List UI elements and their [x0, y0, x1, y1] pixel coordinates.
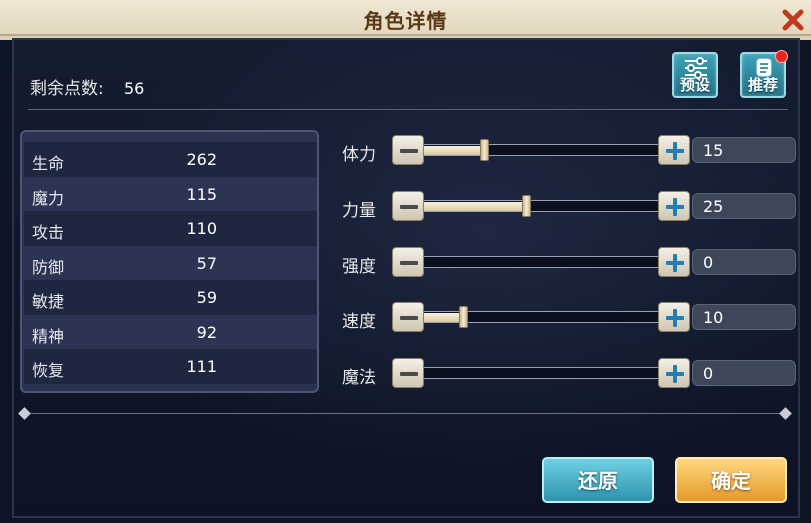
allocation-field[interactable]: 10: [692, 304, 796, 330]
recommend-button-label: 推荐: [747, 76, 778, 94]
slider-track[interactable]: [424, 195, 658, 217]
plus-button[interactable]: [658, 135, 690, 165]
slider-label: 力量: [342, 201, 376, 221]
plus-button[interactable]: [658, 191, 690, 221]
slider-label: 体力: [342, 145, 376, 165]
remaining-points-label: 剩余点数:: [30, 79, 104, 99]
slider-track[interactable]: [424, 256, 658, 268]
minus-button[interactable]: [392, 302, 424, 332]
plus-button[interactable]: [658, 358, 690, 388]
slider-fill: [424, 202, 527, 211]
stat-row-attack: 攻击 110: [24, 211, 317, 246]
close-button[interactable]: [781, 8, 805, 32]
slider-track[interactable]: [424, 139, 658, 161]
stat-value: 110: [186, 219, 217, 238]
minus-button[interactable]: [392, 247, 424, 277]
stat-value: 92: [196, 322, 217, 342]
minus-button[interactable]: [392, 191, 424, 221]
stat-row-recovery: 恢复 111: [24, 349, 317, 384]
stat-name: 敏捷: [32, 292, 65, 311]
stat-name: 魔力: [32, 188, 65, 208]
recommend-button[interactable]: 推荐: [740, 50, 788, 98]
stats-panel: 生命 262 魔力 115 攻击 110 防御 57 敏捷 59 精神 92 恢…: [20, 130, 319, 393]
stat-value: 262: [186, 150, 217, 169]
slider-label: 强度: [342, 257, 376, 277]
allocation-value: 0: [703, 253, 714, 272]
preset-button-label: 预设: [679, 76, 710, 94]
restore-button[interactable]: 还原: [542, 457, 654, 503]
slider-label: 魔法: [342, 368, 376, 388]
stat-name: 防御: [32, 257, 65, 277]
stat-row-agility: 敏捷 59: [24, 280, 317, 315]
stat-value: 57: [196, 253, 217, 273]
stat-value: 59: [196, 288, 217, 307]
notification-dot: [775, 50, 788, 63]
slider-track[interactable]: [424, 306, 658, 328]
stat-value: 115: [186, 184, 217, 204]
slider-row-intensity: 强度 0: [340, 246, 800, 280]
allocation-value: 25: [703, 197, 724, 216]
close-x-icon: [782, 9, 804, 31]
slider-row-strength: 力量 25: [340, 190, 800, 224]
slider-thumb[interactable]: [522, 195, 531, 217]
allocation-value: 0: [703, 364, 714, 383]
stat-name: 生命: [32, 154, 65, 173]
stat-name: 精神: [32, 326, 65, 346]
stat-name: 恢复: [32, 361, 65, 380]
stat-name: 攻击: [32, 223, 65, 242]
slider-row-magic: 魔法 0: [340, 357, 800, 391]
allocation-value: 10: [703, 308, 724, 327]
allocation-field[interactable]: 0: [692, 360, 796, 386]
window-title: 角色详情: [363, 9, 448, 33]
allocation-field[interactable]: 25: [692, 193, 796, 219]
bottom-divider: [24, 413, 788, 414]
stat-row-spirit: 精神 92: [24, 314, 317, 349]
slider-thumb[interactable]: [459, 306, 468, 328]
slider-thumb[interactable]: [480, 139, 489, 161]
minus-button[interactable]: [392, 135, 424, 165]
slider-label: 速度: [342, 312, 376, 332]
stat-row-hp: 生命 262: [24, 142, 317, 177]
plus-button[interactable]: [658, 302, 690, 332]
top-divider: [28, 109, 788, 110]
minus-button[interactable]: [392, 358, 424, 388]
slider-fill: [424, 313, 464, 322]
stat-value: 111: [186, 357, 217, 376]
confirm-button[interactable]: 确定: [675, 457, 787, 503]
allocation-value: 15: [703, 141, 724, 160]
remaining-points-value: 56: [124, 79, 145, 98]
stat-row-mp: 魔力 115: [24, 176, 317, 211]
allocation-field[interactable]: 0: [692, 249, 796, 275]
plus-button[interactable]: [658, 247, 690, 277]
slider-row-stamina: 体力 15: [340, 134, 800, 168]
slider-track[interactable]: [424, 367, 658, 379]
slider-fill: [424, 146, 485, 155]
slider-row-speed: 速度 10: [340, 301, 800, 335]
allocation-field[interactable]: 15: [692, 137, 796, 163]
preset-button[interactable]: 预设: [672, 52, 718, 98]
title-bar: 角色详情: [0, 0, 811, 36]
stat-row-defense: 防御 57: [24, 245, 317, 280]
